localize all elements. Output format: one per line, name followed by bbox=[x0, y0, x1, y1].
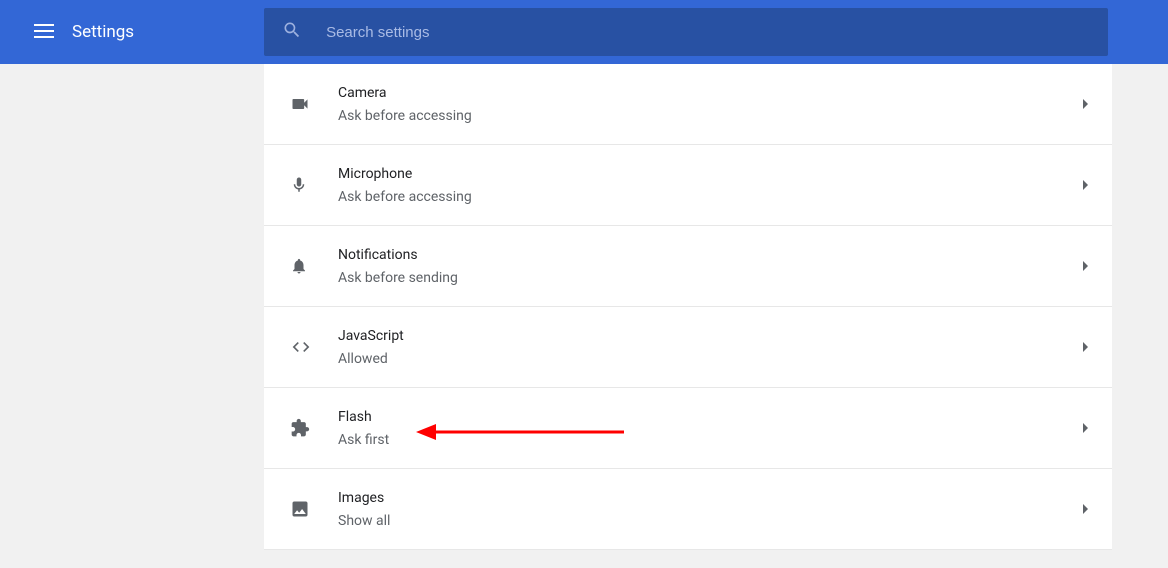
settings-row-notifications[interactable]: Notifications Ask before sending bbox=[264, 226, 1112, 307]
menu-button[interactable] bbox=[24, 12, 64, 52]
settings-row-camera[interactable]: Camera Ask before accessing bbox=[264, 64, 1112, 145]
app-header: Settings bbox=[0, 0, 1168, 64]
row-title: JavaScript bbox=[338, 327, 1083, 347]
row-title: Notifications bbox=[338, 246, 1083, 266]
settings-row-javascript[interactable]: JavaScript Allowed bbox=[264, 307, 1112, 388]
camera-icon bbox=[290, 94, 338, 114]
extension-icon bbox=[290, 418, 338, 438]
chevron-right-icon bbox=[1083, 423, 1088, 433]
row-subtitle: Show all bbox=[338, 513, 1083, 529]
row-subtitle: Ask first bbox=[338, 432, 1083, 448]
chevron-right-icon bbox=[1083, 261, 1088, 271]
chevron-right-icon bbox=[1083, 180, 1088, 190]
notifications-icon bbox=[290, 256, 338, 276]
code-icon bbox=[290, 337, 338, 357]
hamburger-icon bbox=[34, 23, 54, 42]
row-title: Images bbox=[338, 489, 1083, 509]
row-subtitle: Ask before sending bbox=[338, 270, 1083, 286]
row-subtitle: Ask before accessing bbox=[338, 108, 1083, 124]
microphone-icon bbox=[290, 175, 338, 195]
settings-row-flash[interactable]: Flash Ask first bbox=[264, 388, 1112, 469]
row-subtitle: Allowed bbox=[338, 351, 1083, 367]
images-icon bbox=[290, 499, 338, 519]
row-subtitle: Ask before accessing bbox=[338, 189, 1083, 205]
settings-row-images[interactable]: Images Show all bbox=[264, 469, 1112, 550]
search-box[interactable] bbox=[264, 8, 1108, 56]
chevron-right-icon bbox=[1083, 99, 1088, 109]
search-icon bbox=[282, 20, 302, 44]
row-title: Flash bbox=[338, 408, 1083, 428]
chevron-right-icon bbox=[1083, 342, 1088, 352]
row-title: Microphone bbox=[338, 165, 1083, 185]
search-input[interactable] bbox=[326, 24, 1090, 41]
page-title: Settings bbox=[72, 22, 134, 42]
chevron-right-icon bbox=[1083, 504, 1088, 514]
settings-row-microphone[interactable]: Microphone Ask before accessing bbox=[264, 145, 1112, 226]
settings-list: Camera Ask before accessing Microphone A… bbox=[264, 64, 1112, 550]
row-title: Camera bbox=[338, 84, 1083, 104]
